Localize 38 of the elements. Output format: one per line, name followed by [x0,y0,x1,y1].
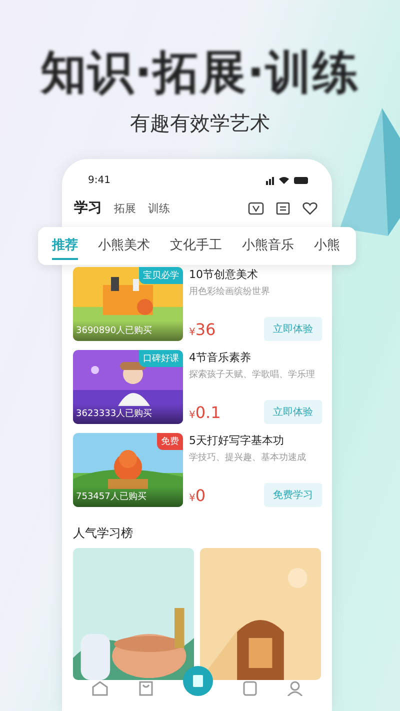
document-icon[interactable] [242,680,258,696]
subtitle: 有趣有效学艺术 [130,110,270,137]
category-tab[interactable]: 小熊音乐 [242,232,294,260]
top-tab[interactable]: 训练 [148,200,170,216]
course-badge: 口碑好课 [139,350,183,367]
course-title: 5天打好写字基本功 [189,433,285,448]
course-thumbnail[interactable]: 口碑好课 3623333人已购买 [73,350,183,424]
course-title: 4节音乐素养 [189,350,252,365]
top-tab[interactable]: 学习 [74,199,102,217]
home-icon[interactable] [90,680,109,696]
category-tab[interactable]: 小熊 [314,232,340,260]
course-badge: 宝贝必学 [139,267,183,284]
bag-icon[interactable] [138,680,154,696]
heart-icon[interactable] [302,201,318,215]
top-tab[interactable]: 拓展 [114,200,136,216]
course-title: 10节创意美术 [189,267,259,282]
person-icon[interactable] [287,680,304,696]
headline: 知识·拓展·训练 [40,44,360,101]
book-icon [192,675,203,687]
course-price: ¥0.1 [189,402,221,422]
course-description: 学技巧、提兴趣、基本功速成 [189,452,307,464]
buyer-count: 753457人已购买 [73,487,183,507]
course-description: 探索孩子天赋、学歌唱、学乐理 [189,368,316,381]
pyramid-icon [340,108,400,238]
tv-icon[interactable] [248,201,264,215]
buyer-count: 3623333人已购买 [73,404,183,424]
calendar-icon[interactable] [276,201,290,215]
section-title: 人气学习榜 [72,525,134,542]
category-tab[interactable]: 文化手工 [170,232,222,260]
course-price: ¥0 [189,486,206,504]
course-description: 用色彩绘画缤纷世界 [189,286,271,298]
course-badge: 免费 [157,433,183,450]
buyer-count: 3690890人已购买 [73,321,183,341]
course-thumbnail[interactable]: 免费 753457人已购买 [73,433,183,507]
status-time: 9:41 [88,174,110,186]
status-icons [266,175,310,185]
category-tab[interactable]: 小熊美术 [98,232,150,260]
course-price: ¥36 [189,320,216,338]
